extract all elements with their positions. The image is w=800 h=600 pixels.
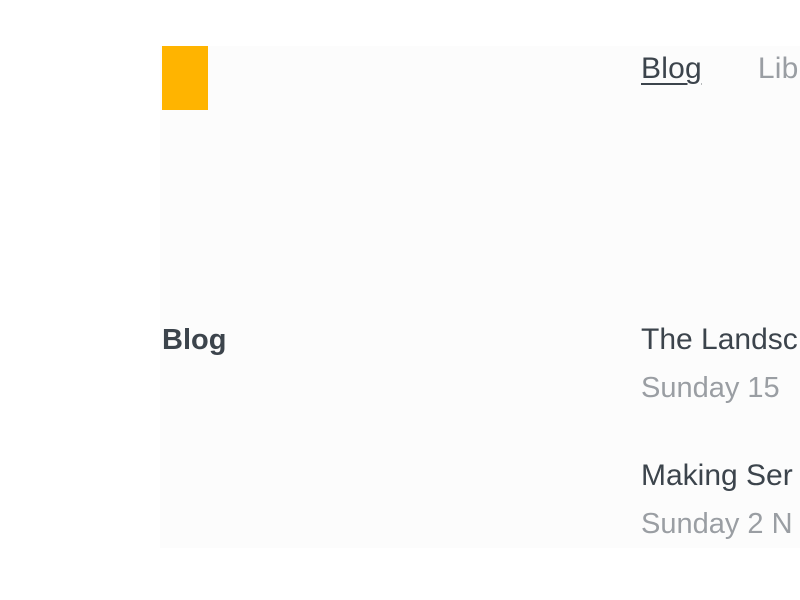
section-title: Blog <box>162 324 227 356</box>
logo-mark-icon <box>162 46 208 110</box>
post-date: Sunday 2 N <box>641 508 793 540</box>
post-date: Sunday 15 <box>641 372 780 404</box>
list-item: Making Ser Sunday 2 N <box>641 456 800 544</box>
post-list: The Landsc Sunday 15 Making Ser Sunday 2… <box>641 320 800 592</box>
post-title-link[interactable]: The Landsc <box>641 320 800 360</box>
nav-item-blog[interactable]: Blog <box>641 49 702 89</box>
post-title-link[interactable]: Making Ser <box>641 456 800 496</box>
list-item: The Landsc Sunday 15 <box>641 320 800 408</box>
site-logo[interactable] <box>162 46 208 110</box>
nav-item-lib[interactable]: Lib <box>758 49 799 89</box>
page: Blog Lib Blog The Landsc Sunday 15 Makin… <box>0 0 800 600</box>
main-nav: Blog Lib <box>641 49 799 89</box>
